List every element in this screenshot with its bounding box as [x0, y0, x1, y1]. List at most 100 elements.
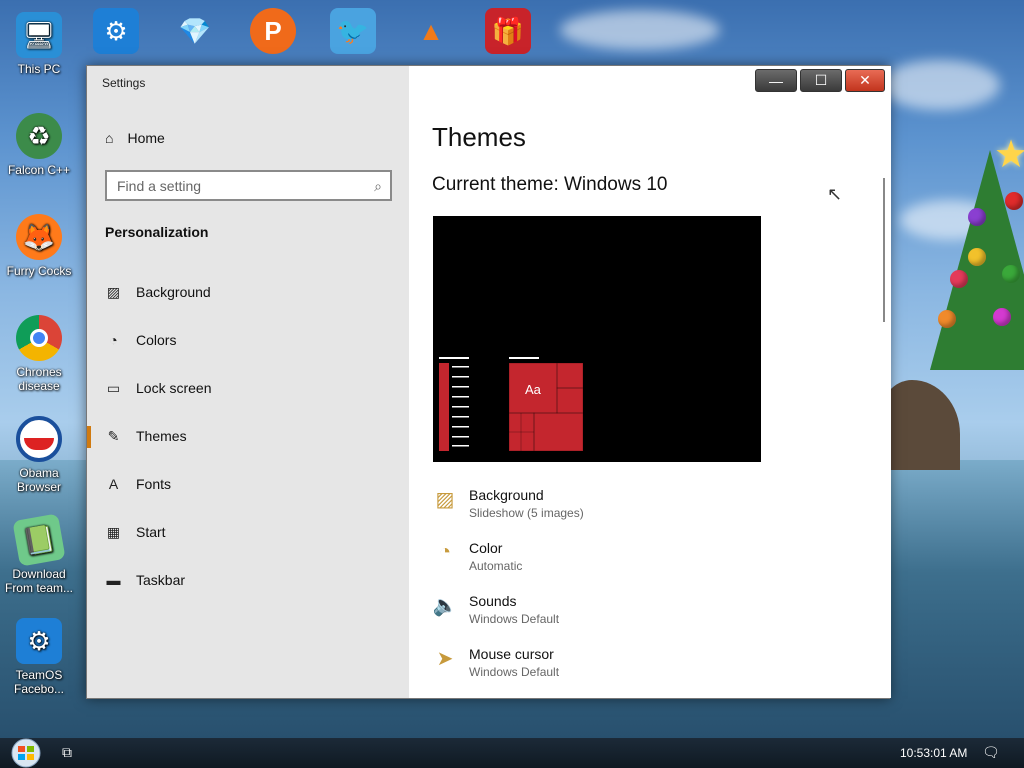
- fonts-icon: A: [108, 476, 119, 492]
- start-button[interactable]: [8, 738, 44, 768]
- home-label: Home: [127, 130, 165, 146]
- sidebar-item-label: Themes: [136, 428, 187, 444]
- cloud: [560, 10, 720, 50]
- theme-option-sounds[interactable]: 🔈 Sounds Windows Default: [432, 592, 560, 628]
- desktop-icon-label: Download From team...: [4, 567, 73, 595]
- taskbar: ⧉ 10:53:01 AM 🗨: [0, 738, 1024, 768]
- minimize-button[interactable]: —: [755, 69, 797, 92]
- sidebar-item-taskbar[interactable]: ▬ Taskbar: [87, 556, 409, 604]
- search-box[interactable]: ⌕: [105, 170, 392, 201]
- desktop-icon-firefox[interactable]: 🦊 Furry Cocks: [4, 214, 74, 278]
- desktop-icon-falcon[interactable]: ♻ Falcon C++: [4, 113, 74, 177]
- settings-sidebar: Settings ⌂ Home ⌕ Personalization ▨ Back…: [87, 66, 409, 698]
- p-logo-icon[interactable]: P: [250, 8, 296, 54]
- theme-option-background[interactable]: ▨ Background Slideshow (5 images): [432, 486, 584, 522]
- sidebar-item-fonts[interactable]: A Fonts: [87, 460, 409, 508]
- cloud: [880, 60, 1000, 110]
- home-link[interactable]: ⌂ Home: [105, 130, 165, 146]
- theme-preview: Aa: [433, 216, 761, 462]
- desktop-icon-label: Obama Browser: [16, 466, 61, 494]
- notebook-icon: 📗: [12, 513, 66, 567]
- obama-logo-icon: [16, 416, 62, 462]
- gear-icon: ⚙: [16, 618, 62, 664]
- sidebar-item-lock-screen[interactable]: ▭ Lock screen: [87, 364, 409, 412]
- ornament: [1005, 192, 1023, 210]
- settings-window: Settings ⌂ Home ⌕ Personalization ▨ Back…: [86, 65, 891, 699]
- image-icon: ▨: [435, 488, 455, 511]
- windows-orb-icon: [11, 738, 41, 768]
- desktop-icon-label: TeamOS Facebo...: [13, 668, 65, 696]
- search-icon[interactable]: ⌕: [374, 178, 382, 195]
- desktop-icon-label: Falcon C++: [7, 163, 71, 177]
- gift-icon[interactable]: 🎁: [485, 8, 531, 54]
- option-value: Windows Default: [469, 665, 560, 679]
- vlc-icon[interactable]: ▲: [408, 8, 454, 54]
- palette-icon: ◔: [109, 332, 118, 348]
- monitor-icon: 🖥: [16, 12, 62, 58]
- preview-tile-text: Aa: [525, 382, 541, 397]
- chrome-icon: [16, 315, 62, 361]
- clock[interactable]: 10:53:01 AM: [900, 746, 967, 760]
- current-theme-heading: Current theme: Windows 10: [432, 174, 668, 195]
- start-icon: ▦: [106, 523, 121, 540]
- desktop-icon-teamos[interactable]: ⚙ TeamOS Facebo...: [4, 618, 74, 696]
- theme-option-mouse-cursor[interactable]: ➤ Mouse cursor Windows Default: [432, 645, 559, 681]
- personalization-nav: ▨ Background ◔ Colors ▭ Lock screen ✎ Th…: [87, 268, 409, 604]
- ornament: [1002, 265, 1020, 283]
- palette-icon: ◔: [438, 540, 452, 563]
- desktop-icon-label: This PC: [17, 62, 61, 76]
- search-input[interactable]: [117, 177, 357, 194]
- rock-background: [880, 380, 960, 470]
- notification-icon[interactable]: 🗨: [982, 744, 1000, 761]
- desktop-icon-label: Furry Cocks: [6, 264, 72, 278]
- sidebar-item-label: Taskbar: [136, 572, 186, 588]
- desktop-icon-label: Chrones disease: [16, 365, 62, 393]
- sidebar-item-label: Colors: [136, 332, 177, 348]
- home-icon: ⌂: [105, 130, 114, 146]
- star-icon: ★: [994, 134, 1024, 176]
- desktop-icon-this-pc[interactable]: 🖥 This PC: [4, 12, 74, 76]
- option-label: Mouse cursor: [469, 646, 554, 662]
- section-title: Personalization: [105, 224, 209, 240]
- image-icon: ▨: [106, 283, 121, 300]
- sidebar-item-background[interactable]: ▨ Background: [87, 268, 409, 316]
- desktop-icon-download[interactable]: 📗 Download From team...: [4, 513, 74, 595]
- ornament: [993, 308, 1011, 326]
- option-value: Slideshow (5 images): [469, 506, 584, 520]
- sidebar-item-label: Background: [136, 284, 211, 300]
- angry-bird-icon[interactable]: 🐦: [330, 8, 376, 54]
- speaker-icon: 🔈: [432, 594, 458, 617]
- option-label: Background: [469, 487, 544, 503]
- firefox-icon: 🦊: [16, 214, 62, 260]
- theme-option-color[interactable]: ◔ Color Automatic: [432, 539, 522, 575]
- themes-icon: ✎: [107, 427, 120, 444]
- sidebar-item-themes[interactable]: ✎ Themes: [87, 412, 409, 460]
- maximize-button[interactable]: ☐: [800, 69, 842, 92]
- taskbar-icon: ▬: [106, 572, 121, 588]
- sidebar-item-label: Start: [136, 524, 166, 540]
- task-view-icon[interactable]: ⧉: [62, 744, 72, 761]
- desktop-icon-obama[interactable]: Obama Browser: [4, 416, 74, 494]
- gear-icon[interactable]: ⚙: [93, 8, 139, 54]
- cursor-icon: ➤: [436, 647, 454, 670]
- ornament: [950, 270, 968, 288]
- ornament: [938, 310, 956, 328]
- option-value: Automatic: [469, 559, 523, 573]
- mouse-pointer-icon: ↖: [827, 184, 843, 204]
- page-title: Themes: [432, 122, 526, 152]
- scrollbar[interactable]: [883, 178, 885, 322]
- themes-page: Themes Current theme: Windows 10 Aa ▨ Ba…: [409, 66, 891, 698]
- option-value: Windows Default: [469, 612, 560, 626]
- theme-preview-graphic: [439, 357, 584, 452]
- option-label: Sounds: [469, 593, 517, 609]
- sidebar-item-colors[interactable]: ◔ Colors: [87, 316, 409, 364]
- sidebar-item-label: Lock screen: [136, 380, 212, 396]
- lock-screen-icon: ▭: [106, 379, 121, 396]
- sidebar-item-start[interactable]: ▦ Start: [87, 508, 409, 556]
- desktop-icon-chrome[interactable]: Chrones disease: [4, 315, 74, 393]
- window-title: Settings: [102, 76, 146, 90]
- ornament: [968, 248, 986, 266]
- ornament: [968, 208, 986, 226]
- close-button[interactable]: ✕: [845, 69, 885, 92]
- diamond-icon[interactable]: 💎: [172, 8, 218, 54]
